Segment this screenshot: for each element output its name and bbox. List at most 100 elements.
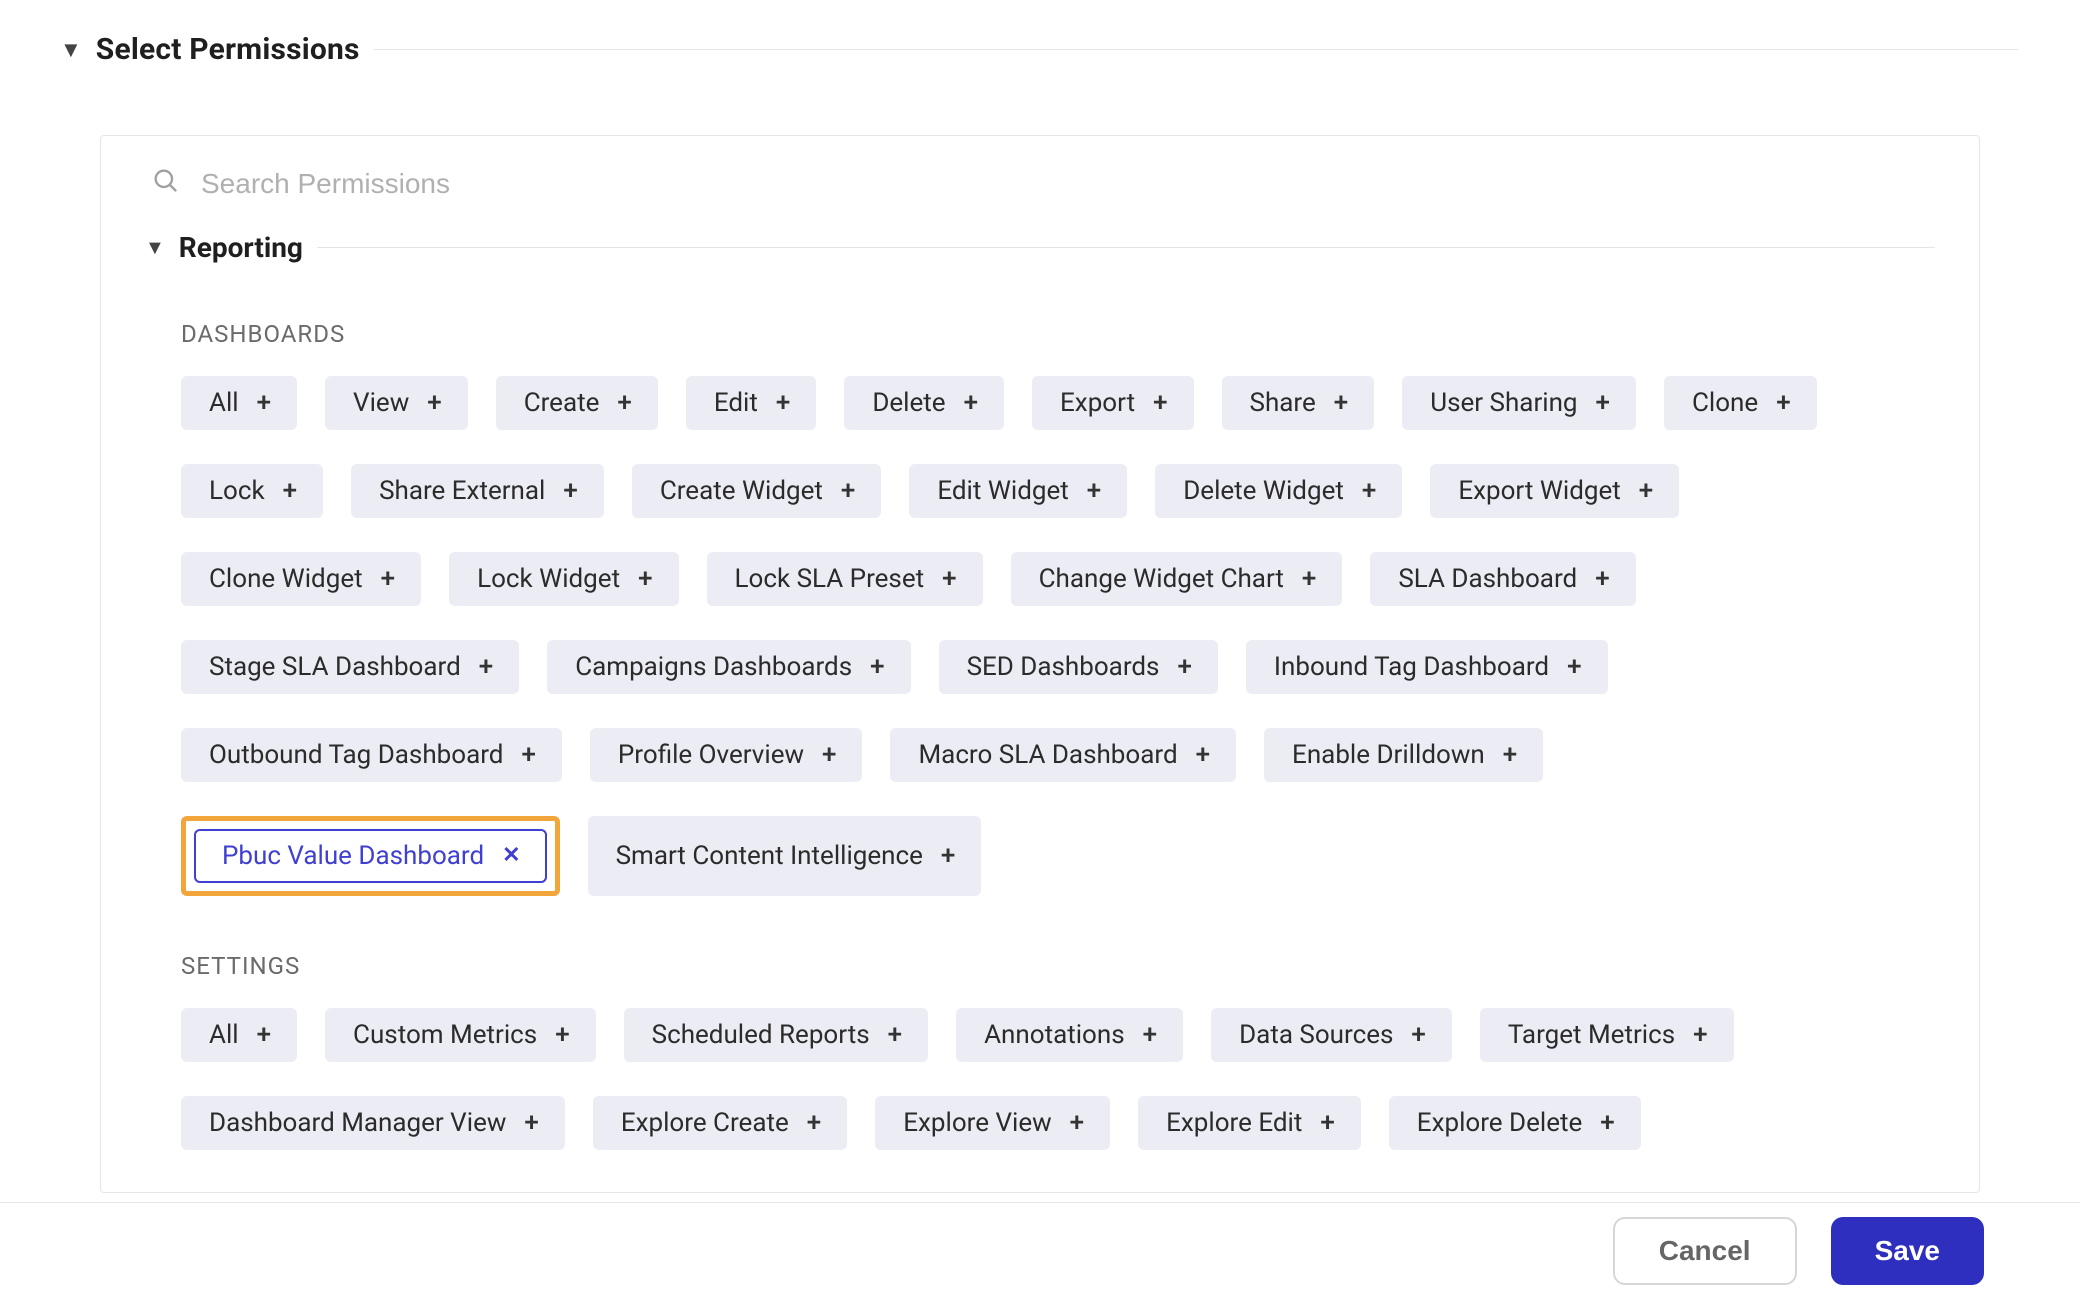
chip-label: Edit — [714, 390, 758, 416]
permission-chip-data-sources[interactable]: Data Sources + — [1211, 1008, 1452, 1062]
permission-chip-edit[interactable]: Edit+ — [686, 376, 816, 430]
plus-icon: + — [1596, 390, 1610, 416]
group-collapse-caret-icon[interactable]: ▼ — [145, 235, 165, 260]
permission-chip-smart-content-intelligence[interactable]: Smart Content Intelligence+ — [588, 816, 982, 896]
permission-chip-edit-widget[interactable]: Edit Widget+ — [909, 464, 1127, 518]
permission-chip-target-metrics[interactable]: Target Metrics + — [1480, 1008, 1734, 1062]
chip-label: Smart Content Intelligence — [616, 843, 923, 869]
permission-chip-export[interactable]: Export+ — [1032, 376, 1194, 430]
permission-chip-annotations[interactable]: Annotations + — [956, 1008, 1183, 1062]
permission-chip-pbuc-value-dashboard[interactable]: Pbuc Value Dashboard✕ — [194, 829, 547, 883]
plus-icon: + — [1153, 390, 1167, 416]
permission-chip-inbound-tag-dashboard[interactable]: Inbound Tag Dashboard+ — [1246, 640, 1608, 694]
permission-chip-macro-sla-dashboard[interactable]: Macro SLA Dashboard+ — [890, 728, 1236, 782]
chip-label: Outbound Tag Dashboard — [209, 742, 503, 768]
permission-chip-create[interactable]: Create+ — [496, 376, 658, 430]
permission-chip-campaigns-dashboards[interactable]: Campaigns Dashboards+ — [547, 640, 910, 694]
permission-chip-explore-edit[interactable]: Explore Edit+ — [1138, 1096, 1361, 1150]
plus-icon: + — [807, 1110, 821, 1136]
permission-chip-user-sharing[interactable]: User Sharing+ — [1402, 376, 1636, 430]
chip-label: Explore Create — [621, 1110, 789, 1136]
plus-icon: + — [1143, 1022, 1157, 1048]
plus-icon: + — [1639, 478, 1653, 504]
search-input[interactable] — [199, 167, 1945, 201]
chip-label: Edit Widget — [937, 478, 1068, 504]
collapse-caret-icon[interactable]: ▼ — [60, 37, 82, 63]
plus-icon: + — [1693, 1022, 1707, 1048]
plus-icon: + — [563, 478, 577, 504]
group-header: ▼ Reporting — [101, 231, 1979, 264]
chip-label: Change Widget Chart — [1039, 566, 1284, 592]
permission-chip-explore-delete[interactable]: Explore Delete + — [1389, 1096, 1641, 1150]
permission-chip-share-external[interactable]: Share External+ — [351, 464, 604, 518]
permission-chip-create-widget[interactable]: Create Widget+ — [632, 464, 882, 518]
chip-label: All — [209, 1022, 239, 1048]
chip-label: Clone — [1692, 390, 1758, 416]
permission-chip-lock-sla-preset[interactable]: Lock SLA Preset+ — [707, 552, 983, 606]
permission-chip-explore-create[interactable]: Explore Create + — [593, 1096, 847, 1150]
chip-label: View — [353, 390, 409, 416]
permission-chip-enable-drilldown[interactable]: Enable Drilldown+ — [1264, 728, 1543, 782]
plus-icon: + — [1776, 390, 1790, 416]
plus-icon: + — [427, 390, 441, 416]
plus-icon: + — [283, 478, 297, 504]
plus-icon: + — [1320, 1110, 1334, 1136]
chip-label: Campaigns Dashboards — [575, 654, 852, 680]
chip-label: Annotations — [984, 1022, 1125, 1048]
plus-icon: + — [964, 390, 978, 416]
save-button[interactable]: Save — [1831, 1217, 1984, 1285]
permission-chip-all[interactable]: All+ — [181, 1008, 297, 1062]
chip-label: Explore View — [903, 1110, 1051, 1136]
chip-label: Delete Widget — [1183, 478, 1344, 504]
divider — [317, 247, 1935, 248]
chip-label: All — [209, 390, 239, 416]
chip-label: Dashboard Manager View — [209, 1110, 506, 1136]
plus-icon: + — [1411, 1022, 1425, 1048]
plus-icon: + — [841, 478, 855, 504]
plus-icon: + — [1600, 1110, 1614, 1136]
chip-label: Explore Delete — [1417, 1110, 1582, 1136]
footer: Cancel Save — [0, 1202, 2080, 1298]
search-row — [101, 136, 1979, 225]
permission-chip-delete[interactable]: Delete+ — [844, 376, 1004, 430]
permission-chip-outbound-tag-dashboard[interactable]: Outbound Tag Dashboard+ — [181, 728, 562, 782]
plus-icon: + — [1567, 654, 1581, 680]
permission-chip-change-widget-chart[interactable]: Change Widget Chart+ — [1011, 552, 1343, 606]
plus-icon: + — [822, 742, 836, 768]
chip-label: Pbuc Value Dashboard — [222, 843, 484, 869]
permission-chip-export-widget[interactable]: Export Widget+ — [1430, 464, 1679, 518]
subgroup-label-dashboards: DASHBOARDS — [181, 320, 1979, 348]
permission-chip-clone-widget[interactable]: Clone Widget+ — [181, 552, 421, 606]
highlight-frame: Pbuc Value Dashboard✕ — [181, 816, 560, 896]
chip-label: Target Metrics — [1508, 1022, 1675, 1048]
chip-label: Clone Widget — [209, 566, 363, 592]
plus-icon: + — [1070, 1110, 1084, 1136]
cancel-button[interactable]: Cancel — [1613, 1217, 1797, 1285]
permission-chip-clone[interactable]: Clone + — [1664, 376, 1817, 430]
subgroup-label-settings: SETTINGS — [181, 952, 1979, 980]
permission-chip-dashboard-manager-view[interactable]: Dashboard Manager View + — [181, 1096, 565, 1150]
permission-chip-all[interactable]: All+ — [181, 376, 297, 430]
permission-chip-custom-metrics[interactable]: Custom Metrics+ — [325, 1008, 596, 1062]
plus-icon: + — [1503, 742, 1517, 768]
permission-chip-scheduled-reports[interactable]: Scheduled Reports+ — [624, 1008, 928, 1062]
plus-icon: + — [942, 566, 956, 592]
permission-chip-sla-dashboard[interactable]: SLA Dashboard+ — [1370, 552, 1635, 606]
plus-icon: + — [555, 1022, 569, 1048]
permission-chip-delete-widget[interactable]: Delete Widget + — [1155, 464, 1402, 518]
search-icon — [151, 166, 179, 201]
plus-icon: + — [1362, 478, 1376, 504]
permission-chip-share[interactable]: Share+ — [1222, 376, 1375, 430]
plus-icon: + — [888, 1022, 902, 1048]
chip-label: Data Sources — [1239, 1022, 1393, 1048]
permission-chip-sed-dashboards[interactable]: SED Dashboards+ — [939, 640, 1218, 694]
permission-chip-lock[interactable]: Lock+ — [181, 464, 323, 518]
permission-chip-explore-view[interactable]: Explore View + — [875, 1096, 1110, 1150]
permission-chip-view[interactable]: View + — [325, 376, 468, 430]
permission-chip-lock-widget[interactable]: Lock Widget+ — [449, 552, 678, 606]
permission-chip-stage-sla-dashboard[interactable]: Stage SLA Dashboard+ — [181, 640, 519, 694]
divider — [374, 49, 2018, 50]
plus-icon: + — [617, 390, 631, 416]
permission-chip-profile-overview[interactable]: Profile Overview+ — [590, 728, 863, 782]
plus-icon: + — [524, 1110, 538, 1136]
